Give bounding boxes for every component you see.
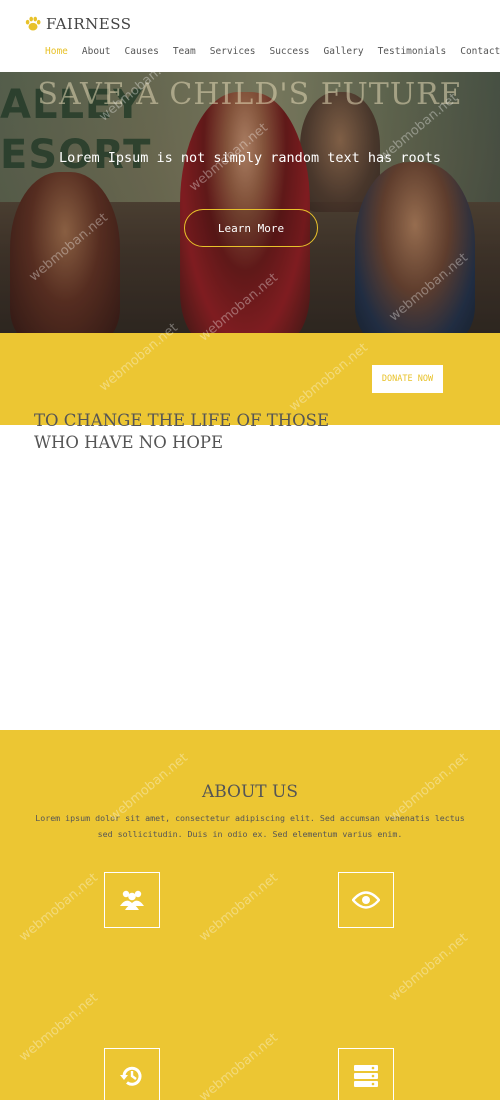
feature-box-history[interactable] xyxy=(104,1048,160,1100)
nav-causes[interactable]: Causes xyxy=(125,46,159,57)
feature-box-users[interactable] xyxy=(104,872,160,928)
learn-more-button[interactable]: Learn More xyxy=(184,209,318,247)
paw-icon xyxy=(25,16,41,31)
about-section: ABOUT US Lorem ipsum dolor sit amet, con… xyxy=(0,730,500,1100)
hero-banner: ALLEY ESORT SAVE A CHILD'S FUTURE Lorem … xyxy=(0,72,500,333)
mission-heading: TO CHANGE THE LIFE OF THOSE WHO HAVE NO … xyxy=(34,411,330,452)
history-icon xyxy=(120,1066,142,1086)
nav-services[interactable]: Services xyxy=(210,46,256,57)
main-nav: Home About Causes Team Services Success … xyxy=(45,46,500,57)
users-icon xyxy=(120,890,144,910)
eye-icon xyxy=(352,891,380,909)
feature-box-vision[interactable] xyxy=(338,872,394,928)
logo[interactable]: FAIRNESS xyxy=(24,15,132,33)
nav-team[interactable]: Team xyxy=(173,46,196,57)
about-text: Lorem ipsum dolor sit amet, consectetur … xyxy=(35,813,465,839)
about-title: ABOUT US xyxy=(201,782,299,802)
brand-name: FAIRNESS xyxy=(46,15,132,33)
nav-success[interactable]: Success xyxy=(269,46,309,57)
server-icon xyxy=(354,1065,378,1087)
blank-section xyxy=(0,425,500,730)
donate-now-button[interactable]: DONATE NOW xyxy=(372,365,443,393)
nav-contact[interactable]: Contact xyxy=(460,46,500,57)
hero-title: SAVE A CHILD'S FUTURE xyxy=(37,77,463,112)
hero-subtitle: Lorem Ipsum is not simply random text ha… xyxy=(58,150,441,166)
feature-box-server[interactable] xyxy=(338,1048,394,1100)
nav-home[interactable]: Home xyxy=(45,46,68,57)
nav-about[interactable]: About xyxy=(82,46,111,57)
site-header: FAIRNESS Home About Causes Team Services… xyxy=(0,0,500,72)
nav-gallery[interactable]: Gallery xyxy=(324,46,364,57)
nav-testimonials[interactable]: Testimonials xyxy=(378,46,447,57)
